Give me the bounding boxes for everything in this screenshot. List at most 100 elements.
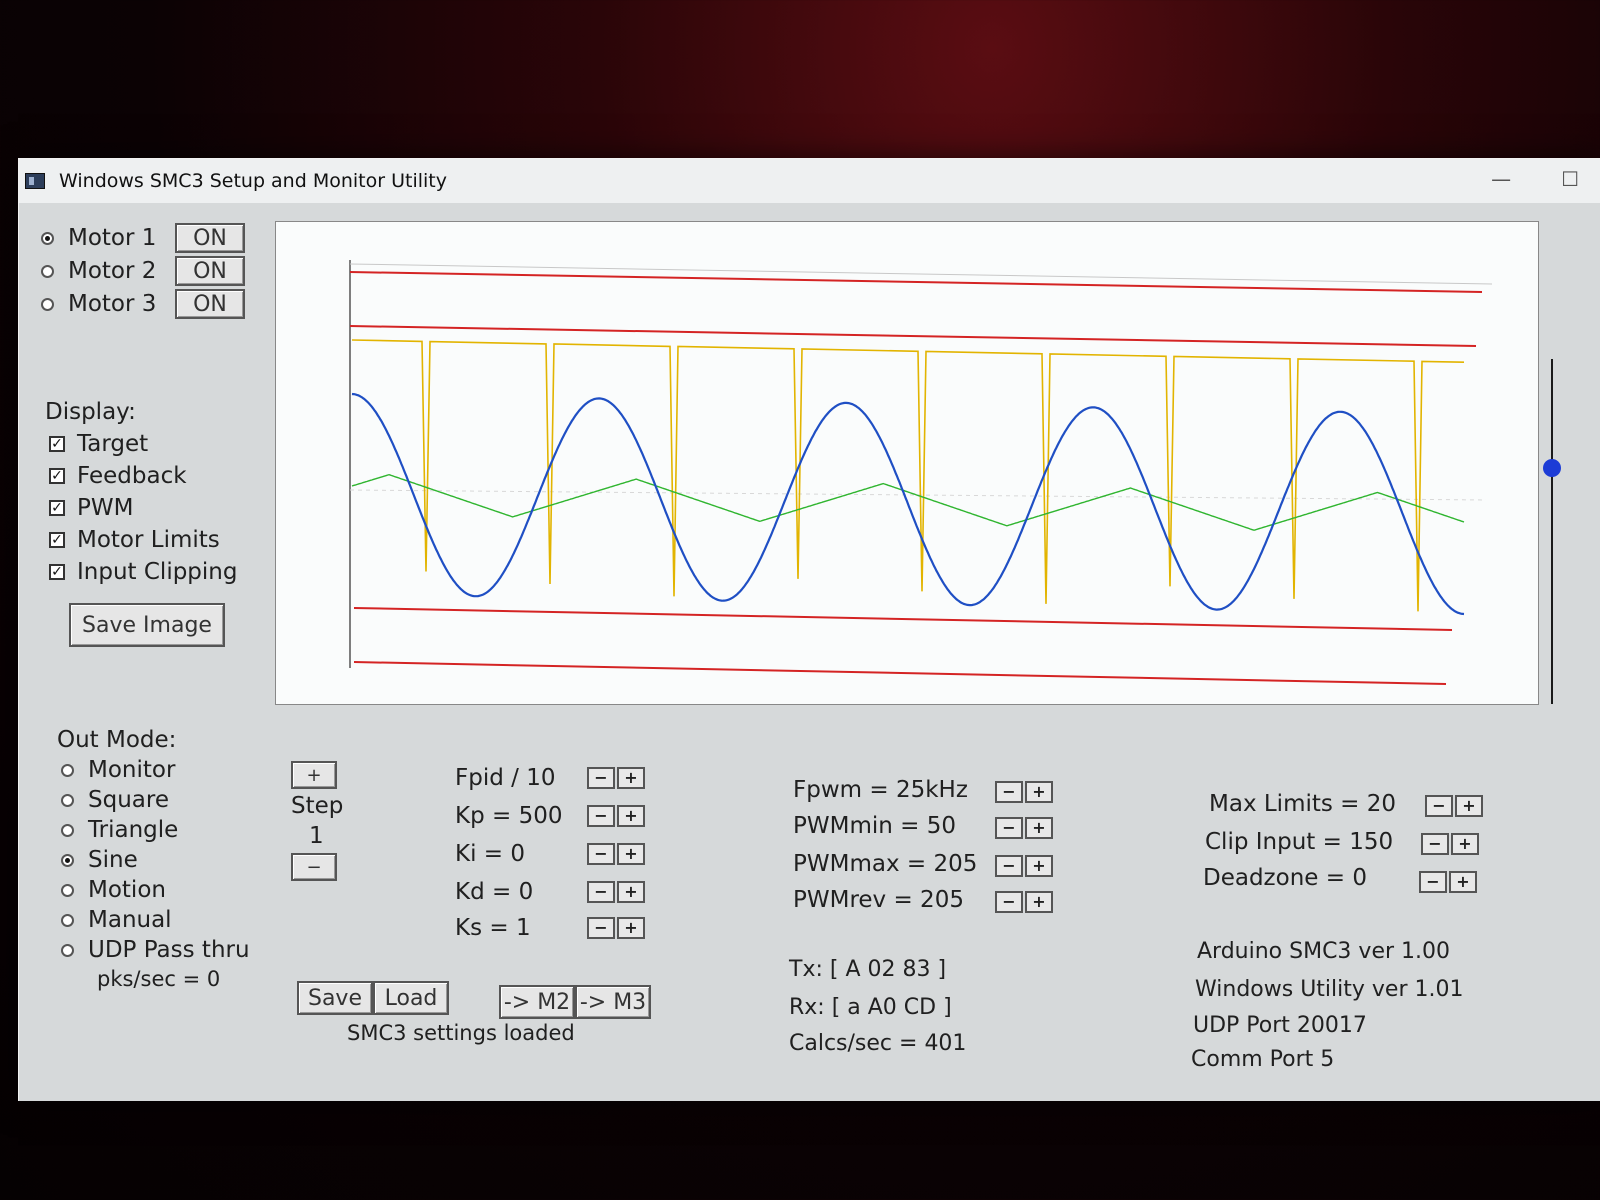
- out-mode-manual-radio[interactable]: Manual: [61, 907, 172, 933]
- settings-status: SMC3 settings loaded: [347, 1021, 575, 1045]
- clip-input-label: Clip Input = 150: [1205, 829, 1394, 855]
- radio-label: Square: [88, 787, 169, 813]
- arduino-version: Arduino SMC3 ver 1.00: [1197, 939, 1450, 964]
- checkbox-label: Feedback: [77, 463, 187, 489]
- motor-1-on-button[interactable]: ON: [175, 223, 245, 253]
- checkbox-label: Input Clipping: [77, 559, 238, 585]
- ki-label: Ki = 0: [455, 841, 525, 867]
- plot-scale-slider-track[interactable]: [1551, 359, 1553, 704]
- pwmmax-label: PWMmax = 205: [793, 851, 978, 877]
- pwmrev-plus-button[interactable]: +: [1025, 891, 1053, 913]
- clip-input-plus-button[interactable]: +: [1451, 833, 1479, 855]
- motor-limit-bottom: [353, 661, 1447, 685]
- radio-label: Triangle: [88, 817, 179, 843]
- pks-per-sec-readout: pks/sec = 0: [97, 967, 221, 991]
- display-heading: Display:: [45, 399, 136, 425]
- motor-2-on-button[interactable]: ON: [175, 256, 245, 286]
- radio-label: Manual: [88, 907, 172, 933]
- max-limits-minus-button[interactable]: −: [1425, 795, 1453, 817]
- radio-indicator: [41, 264, 54, 278]
- fpwm-plus-button[interactable]: +: [1025, 781, 1053, 803]
- out-mode-udp-radio[interactable]: UDP Pass thru: [61, 937, 250, 963]
- fpwm-label: Fpwm = 25kHz: [793, 777, 968, 803]
- out-mode-triangle-radio[interactable]: Triangle: [61, 817, 178, 843]
- checkbox-box: ✓: [49, 468, 65, 484]
- kd-minus-button[interactable]: −: [587, 881, 615, 903]
- out-mode-sine-radio[interactable]: Sine: [61, 847, 138, 873]
- clip-input-minus-button[interactable]: −: [1421, 833, 1449, 855]
- kp-label: Kp = 500: [455, 803, 563, 829]
- utility-version: Windows Utility ver 1.01: [1195, 977, 1464, 1002]
- window-controls: — ☐: [1491, 167, 1579, 191]
- rx-readout: Rx: [ a A0 CD ]: [789, 995, 952, 1020]
- pwmmin-plus-button[interactable]: +: [1025, 817, 1053, 839]
- deadzone-plus-button[interactable]: +: [1449, 871, 1477, 893]
- out-mode-square-radio[interactable]: Square: [61, 787, 169, 813]
- max-limits-stepper: − +: [1425, 795, 1483, 817]
- kp-plus-button[interactable]: +: [617, 805, 645, 827]
- step-decrease-button[interactable]: −: [291, 853, 337, 881]
- ks-label: Ks = 1: [455, 915, 531, 941]
- motor-2-label: Motor 2: [68, 258, 157, 284]
- radio-label: UDP Pass thru: [88, 937, 250, 963]
- pwmmin-stepper: − +: [995, 817, 1053, 839]
- motor-3-on-button[interactable]: ON: [175, 289, 245, 319]
- display-target-checkbox[interactable]: ✓ Target: [49, 431, 148, 457]
- input-clip-bottom: [353, 607, 1453, 631]
- deadzone-minus-button[interactable]: −: [1419, 871, 1447, 893]
- display-feedback-checkbox[interactable]: ✓ Feedback: [49, 463, 187, 489]
- pwmrev-stepper: − +: [995, 891, 1053, 913]
- fpwm-stepper: − +: [995, 781, 1053, 803]
- plot-scale-slider-thumb[interactable]: [1543, 459, 1561, 477]
- fpid-minus-button[interactable]: −: [587, 767, 615, 789]
- grid-top: [349, 263, 1493, 285]
- pwmmax-plus-button[interactable]: +: [1025, 855, 1053, 877]
- radio-indicator: [61, 943, 74, 957]
- copy-to-m2-button[interactable]: -> M2: [499, 985, 575, 1019]
- motor-2-radio[interactable]: Motor 2: [41, 258, 156, 284]
- copy-to-m3-button[interactable]: -> M3: [575, 985, 651, 1019]
- max-limits-label: Max Limits = 20: [1209, 791, 1397, 817]
- display-input-clipping-checkbox[interactable]: ✓ Input Clipping: [49, 559, 237, 585]
- radio-indicator: [61, 823, 74, 837]
- minimize-icon[interactable]: —: [1491, 167, 1511, 191]
- fpid-plus-button[interactable]: +: [617, 767, 645, 789]
- motor-1-radio[interactable]: Motor 1: [41, 225, 156, 251]
- fpid-label: Fpid / 10: [455, 765, 556, 791]
- radio-indicator: [41, 297, 54, 311]
- pwmrev-minus-button[interactable]: −: [995, 891, 1023, 913]
- display-pwm-checkbox[interactable]: ✓ PWM: [49, 495, 133, 521]
- checkbox-box: ✓: [49, 532, 65, 548]
- radio-indicator: [61, 853, 74, 867]
- kd-plus-button[interactable]: +: [617, 881, 645, 903]
- max-limits-plus-button[interactable]: +: [1455, 795, 1483, 817]
- pwmmax-stepper: − +: [995, 855, 1053, 877]
- pwm-trace: [351, 339, 1465, 612]
- ki-minus-button[interactable]: −: [587, 843, 615, 865]
- ks-minus-button[interactable]: −: [587, 917, 615, 939]
- ks-plus-button[interactable]: +: [617, 917, 645, 939]
- radio-indicator: [61, 883, 74, 897]
- step-increase-button[interactable]: +: [291, 761, 337, 789]
- out-mode-monitor-radio[interactable]: Monitor: [61, 757, 175, 783]
- display-motor-limits-checkbox[interactable]: ✓ Motor Limits: [49, 527, 220, 553]
- save-settings-button[interactable]: Save: [297, 981, 373, 1015]
- kp-minus-button[interactable]: −: [587, 805, 615, 827]
- save-image-button[interactable]: Save Image: [69, 603, 225, 647]
- motor-limit-top: [349, 271, 1483, 293]
- app-window: Windows SMC3 Setup and Monitor Utility —…: [18, 158, 1600, 1101]
- maximize-icon[interactable]: ☐: [1561, 167, 1579, 191]
- step-label: Step: [291, 793, 344, 819]
- plot-panel: [275, 221, 1539, 705]
- out-mode-motion-radio[interactable]: Motion: [61, 877, 166, 903]
- app-icon[interactable]: [25, 173, 45, 189]
- pwmmax-minus-button[interactable]: −: [995, 855, 1023, 877]
- pwmmin-minus-button[interactable]: −: [995, 817, 1023, 839]
- load-settings-button[interactable]: Load: [373, 981, 449, 1015]
- motor-3-radio[interactable]: Motor 3: [41, 291, 156, 317]
- udp-port: UDP Port 20017: [1193, 1013, 1367, 1038]
- radio-indicator: [61, 763, 74, 777]
- fpwm-minus-button[interactable]: −: [995, 781, 1023, 803]
- ki-plus-button[interactable]: +: [617, 843, 645, 865]
- title-bar[interactable]: Windows SMC3 Setup and Monitor Utility —…: [19, 159, 1600, 203]
